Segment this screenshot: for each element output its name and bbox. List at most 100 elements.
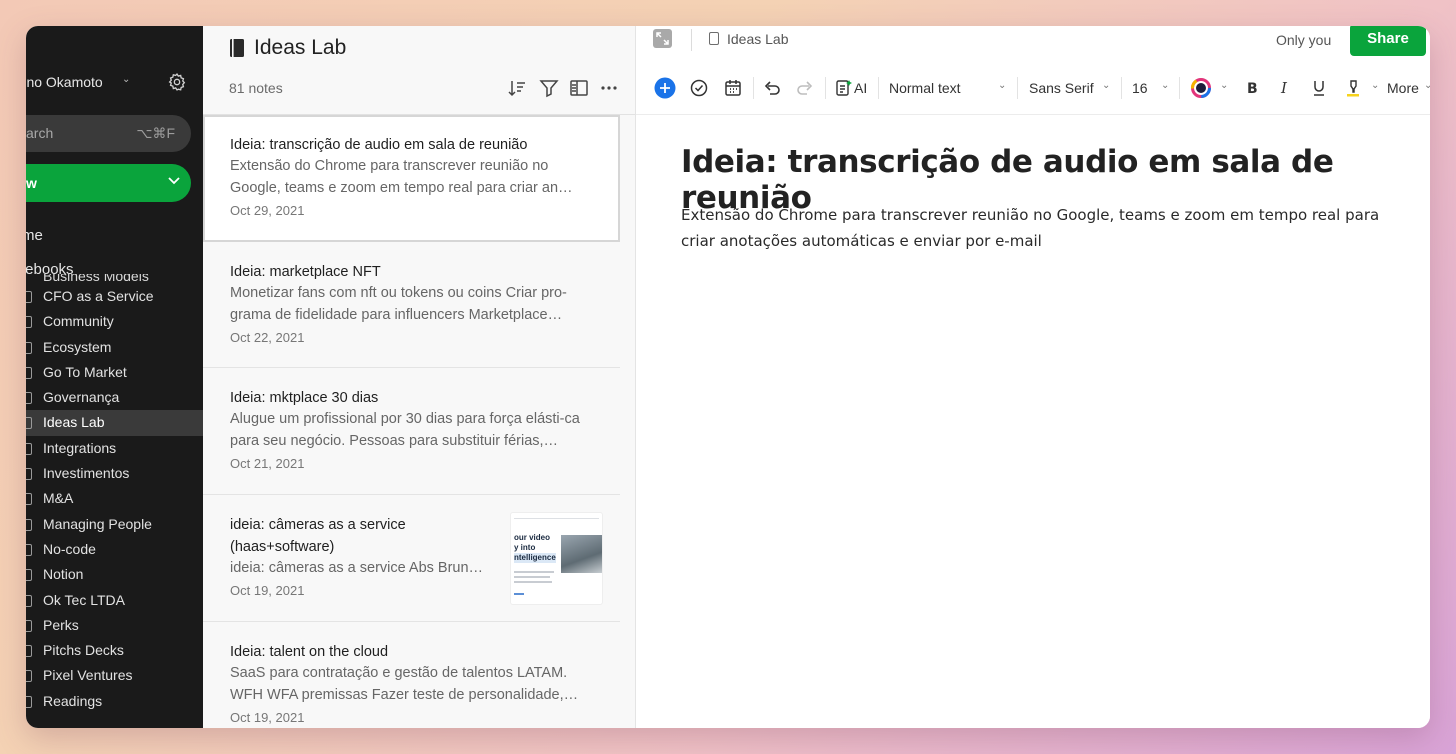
sidebar-item-label: CFO as a Service <box>43 288 154 304</box>
notebook-icon <box>26 695 32 708</box>
new-note-label: w <box>26 175 37 191</box>
chevron-down-icon: ⌄ <box>1424 80 1430 91</box>
gear-icon[interactable] <box>167 72 187 92</box>
notebook-icon <box>26 468 32 481</box>
chevron-down-icon[interactable] <box>167 173 181 187</box>
sidebar-item-label: Integrations <box>43 439 117 456</box>
divider <box>1179 77 1180 99</box>
sidebar-item-ok-tec-ltda[interactable]: Ok Tec LTDA <box>26 588 203 613</box>
notebook-icon <box>26 417 32 430</box>
sidebar-item-label: Ideas Lab <box>43 414 105 431</box>
notebook-icon <box>230 39 244 57</box>
thumbnail-photo <box>561 535 602 574</box>
search-input[interactable]: arch ⌥⌘F <box>26 115 191 152</box>
notebook-icon <box>26 392 32 405</box>
sidebar-item-readings[interactable]: Readings <box>26 689 203 714</box>
sidebar-item-notion[interactable]: Notion <box>26 562 203 587</box>
notebook-icon <box>709 32 719 45</box>
notebook-icon <box>26 291 32 303</box>
breadcrumb-notebook[interactable]: Ideas Lab <box>727 31 789 47</box>
note-card-date: Oct 19, 2021 <box>230 583 305 599</box>
ai-label[interactable]: AI <box>854 80 867 96</box>
sidebar-item-label: Perks <box>43 616 79 633</box>
notebook-icon <box>26 518 32 531</box>
sidebar-item-integrations[interactable]: Integrations <box>26 436 203 461</box>
text-color-icon[interactable] <box>1191 78 1211 98</box>
expand-icon[interactable] <box>653 29 672 48</box>
bold-icon[interactable]: B <box>1244 78 1260 98</box>
search-shortcut: ⌥⌘F <box>136 125 175 141</box>
sort-icon[interactable] <box>507 78 527 98</box>
divider <box>636 114 1430 115</box>
notebook-icon <box>26 493 32 506</box>
sidebar-item-m-and-a[interactable]: M&A <box>26 486 203 511</box>
note-card-title: Ideia: marketplace NFT <box>230 263 381 280</box>
chevron-down-icon: ⌄ <box>122 74 131 85</box>
checkbox-icon[interactable] <box>689 78 709 98</box>
nav-home[interactable]: me <box>26 227 43 244</box>
sidebar-item-label: Pixel Ventures <box>43 667 133 684</box>
notebook-icon <box>26 316 32 329</box>
highlight-icon[interactable] <box>1344 78 1362 98</box>
chevron-down-icon: ⌄ <box>1371 80 1380 91</box>
notebook-icon <box>26 619 32 632</box>
notebook-icon <box>26 341 32 354</box>
sidebar-item-ecosystem[interactable]: Ecosystem <box>26 335 203 360</box>
sidebar-item-label: Investimentos <box>43 465 130 482</box>
sidebar-item-label: No-code <box>43 540 96 557</box>
sidebar-item-community[interactable]: Community <box>26 309 203 334</box>
ai-note-icon[interactable] <box>835 78 853 98</box>
note-list-panel: Ideas Lab 81 notes Ideia: transcrição de… <box>203 26 636 728</box>
redo-icon[interactable] <box>795 78 815 98</box>
sidebar-item-ideas-lab[interactable]: Ideas Lab <box>26 410 203 436</box>
sidebar-item-pixel-ventures[interactable]: Pixel Ventures <box>26 663 203 688</box>
more-options-icon[interactable] <box>599 78 619 98</box>
note-card[interactable]: Ideia: mktplace 30 dias Alugue um profis… <box>203 368 620 496</box>
chevron-down-icon: ⌄ <box>998 80 1007 91</box>
sidebar-item-cfo-as-a-service[interactable]: CFO as a Service <box>26 284 203 309</box>
sidebar-item-go-to-market[interactable]: Go To Market <box>26 360 203 385</box>
insert-plus-icon[interactable] <box>654 77 676 99</box>
divider <box>1017 77 1018 99</box>
note-cards: Ideia: transcrição de audio em sala de r… <box>203 115 620 728</box>
note-card-snippet: Alugue um profissional por 30 dias para … <box>230 411 580 450</box>
calendar-icon[interactable] <box>723 78 743 98</box>
note-card[interactable]: Ideia: marketplace NFT Monetizar fans co… <box>203 241 620 369</box>
note-card-date: Oct 19, 2021 <box>230 709 305 725</box>
sidebar-item-investimentos[interactable]: Investimentos <box>26 461 203 486</box>
note-card[interactable]: ideia: câmeras as a service (haas+softwa… <box>203 495 620 622</box>
notebook-icon <box>26 569 32 582</box>
notebook-icon <box>26 366 32 379</box>
note-card-selected[interactable]: Ideia: transcrição de audio em sala de r… <box>203 115 620 242</box>
more-formatting-button[interactable]: More <box>1387 80 1419 96</box>
notebook-icon <box>26 645 32 658</box>
font-size-select[interactable]: 16 <box>1132 80 1148 96</box>
sidebar-item-no-code[interactable]: No-code <box>26 537 203 562</box>
note-card-snippet: Extensão do Chrome para transcrever reun… <box>230 158 573 196</box>
chevron-down-icon: ⌄ <box>1220 80 1229 91</box>
sidebar-item-governanca[interactable]: Governança <box>26 385 203 410</box>
sharing-status[interactable]: Only you <box>1276 32 1331 48</box>
new-note-button[interactable]: w <box>26 164 191 202</box>
note-thumbnail: our video y into ntelligence <box>510 512 603 606</box>
divider <box>1121 77 1122 99</box>
underline-icon[interactable] <box>1311 78 1327 98</box>
sidebar-item-pitchs-decks[interactable]: Pitchs Decks <box>26 638 203 663</box>
note-card[interactable]: Ideia: talent on the cloud SaaS para con… <box>203 621 620 728</box>
share-button[interactable]: Share <box>1350 26 1426 56</box>
divider <box>691 29 692 51</box>
font-family-select[interactable]: Sans Serif <box>1029 80 1094 96</box>
notebook-icon <box>26 442 32 455</box>
undo-icon[interactable] <box>762 78 782 98</box>
notebook-list: CFO as a Service Community Ecosystem Go … <box>26 284 203 714</box>
app-window: runo Okamoto ⌄ arch ⌥⌘F w me tebooks Bus… <box>26 26 1430 728</box>
sidebar-item-perks[interactable]: Perks <box>26 613 203 638</box>
note-body[interactable]: Extensão do Chrome para transcrever reun… <box>681 202 1381 254</box>
filter-icon[interactable] <box>539 78 559 98</box>
sidebar-item-managing-people[interactable]: Managing People <box>26 512 203 537</box>
italic-icon[interactable]: I <box>1278 78 1294 98</box>
text-style-select[interactable]: Normal text <box>889 80 961 96</box>
layout-icon[interactable] <box>569 78 589 98</box>
chevron-down-icon: ⌄ <box>1161 80 1170 91</box>
note-card-snippet: SaaS para contratação e gestão de talent… <box>230 664 579 703</box>
